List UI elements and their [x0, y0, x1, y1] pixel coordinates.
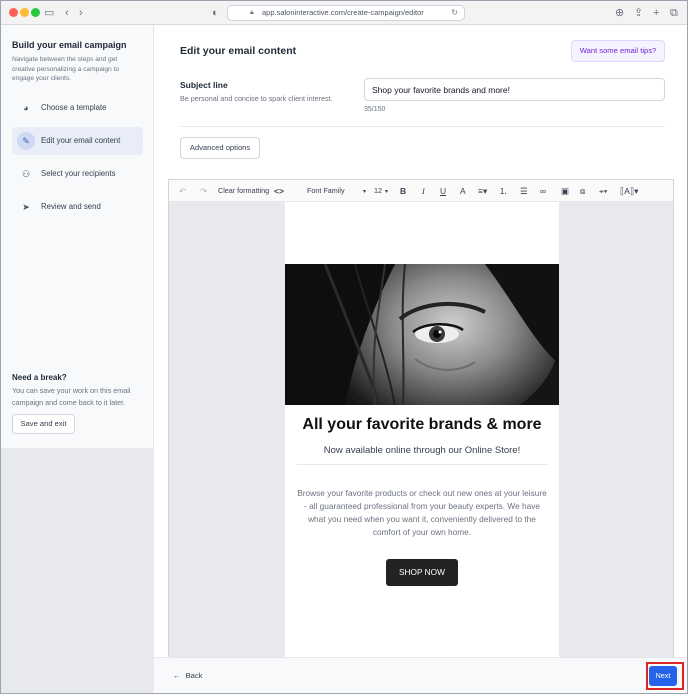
tab-overview-icon[interactable]: ⧉ [670, 5, 678, 21]
email-canvas: All your favorite brands & more Now avai… [285, 202, 559, 657]
downloads-icon[interactable]: ⊕ [615, 5, 624, 21]
zoom-window-button[interactable] [31, 8, 40, 17]
subject-line-label: Subject line [180, 80, 228, 90]
step-label: Review and send [41, 202, 101, 211]
minimize-window-button[interactable] [20, 8, 29, 17]
lock-icon: 🔒︎ [250, 9, 254, 16]
email-divider [297, 464, 547, 465]
highlight-icon[interactable]: ⌖▾ [599, 185, 607, 197]
step-select-recipients[interactable]: ⚇ Select your recipients [12, 160, 143, 188]
ordered-list-icon[interactable]: ⒈ [499, 185, 508, 197]
code-view-icon[interactable]: <> [274, 185, 284, 197]
forward-nav-icon[interactable]: › [79, 5, 83, 21]
sidebar-footer-area [1, 448, 154, 693]
font-family-caret-icon[interactable]: ▾ [363, 186, 366, 198]
email-tips-button[interactable]: Want some email tips? [571, 40, 665, 62]
shop-now-button[interactable]: SHOP NOW [386, 559, 458, 586]
subject-line-help: Be personal and concise to spark client … [180, 94, 333, 103]
undo-icon[interactable]: ↶ [179, 185, 186, 197]
address-bar[interactable]: 🔒︎ app.saloninteractive.com/create-campa… [227, 5, 465, 21]
browser-toolbar: ▭ ‹ › ◐ 🔒︎ app.saloninteractive.com/crea… [1, 1, 687, 25]
pencil-icon: ✎ [17, 132, 35, 150]
clear-formatting-button[interactable]: Clear formatting [218, 185, 269, 197]
sidebar-description: Navigate between the steps and get creat… [12, 56, 120, 82]
email-subheadline[interactable]: Now available online through our Online … [285, 445, 559, 456]
bold-icon[interactable]: B [400, 185, 406, 197]
save-and-exit-button[interactable]: Save and exit [12, 414, 75, 434]
editor-toolbar: ↶ ↷ Clear formatting <> Font Family ▾ 12… [169, 180, 673, 202]
send-icon: ➤ [22, 202, 30, 212]
hero-image [285, 264, 559, 405]
redo-icon[interactable]: ↷ [200, 185, 207, 197]
main-content: Edit your email content Want some email … [155, 25, 687, 657]
url-text: app.saloninteractive.com/create-campaign… [262, 8, 424, 17]
font-family-select[interactable]: Font Family [307, 185, 345, 197]
user-icon: ⚇ [21, 169, 31, 179]
step-choose-template[interactable]: ◕ Choose a template [12, 94, 143, 122]
step-label: Select your recipients [41, 169, 116, 178]
advanced-options-button[interactable]: Advanced options [180, 137, 260, 159]
font-size-caret-icon[interactable]: ▾ [385, 186, 388, 198]
underline-icon[interactable]: U [440, 185, 446, 197]
back-nav-icon[interactable]: ‹ [65, 5, 69, 21]
subject-char-count: 35/150 [364, 106, 386, 113]
share-icon[interactable]: ⇪ [634, 5, 643, 21]
step-label: Choose a template [41, 103, 107, 112]
bullet-list-icon[interactable]: ☰ [520, 185, 528, 197]
close-window-button[interactable] [9, 8, 18, 17]
step-edit-content[interactable]: ✎ Edit your email content [12, 127, 143, 155]
new-tab-icon[interactable]: + [653, 5, 659, 21]
footer-bar: ← Back Next [155, 657, 687, 693]
email-editor: ↶ ↷ Clear formatting <> Font Family ▾ 12… [168, 179, 674, 657]
page-title: Edit your email content [180, 45, 297, 57]
font-size-select[interactable]: 12 [374, 185, 382, 197]
personalize-icon[interactable]: ⟦A⟧▾ [620, 185, 638, 197]
email-body-text[interactable]: Browse your favorite products or check o… [297, 487, 547, 539]
reload-icon[interactable]: ↻ [451, 6, 458, 20]
break-title: Need a break? [12, 373, 67, 382]
subject-line-input[interactable] [364, 78, 665, 101]
step-label: Edit your email content [41, 136, 121, 145]
privacy-shield-icon[interactable]: ◐ [212, 5, 219, 21]
arrow-left-icon: ← [173, 671, 181, 680]
back-button[interactable]: ← Back [173, 671, 202, 680]
sidebar-title: Build your email campaign [12, 40, 127, 50]
highlight-box [646, 662, 684, 690]
step-review-send[interactable]: ➤ Review and send [12, 193, 143, 221]
image-icon[interactable]: ▣ [561, 185, 569, 197]
align-icon[interactable]: ≡▾ [478, 185, 487, 197]
break-description: You can save your work on this email cam… [12, 386, 131, 407]
app-window: ▭ ‹ › ◐ 🔒︎ app.saloninteractive.com/crea… [0, 0, 688, 694]
divider [180, 126, 665, 127]
italic-icon[interactable]: I [422, 185, 425, 197]
palette-icon: ◕ [23, 103, 29, 113]
email-headline[interactable]: All your favorite brands & more [285, 416, 559, 434]
back-label: Back [185, 671, 203, 680]
text-color-icon[interactable]: A [460, 185, 466, 197]
sidebar-toggle-icon[interactable]: ▭ [44, 5, 54, 21]
link-icon[interactable]: ∞ [540, 185, 546, 197]
insert-image-icon[interactable]: ⧈ [580, 185, 585, 197]
